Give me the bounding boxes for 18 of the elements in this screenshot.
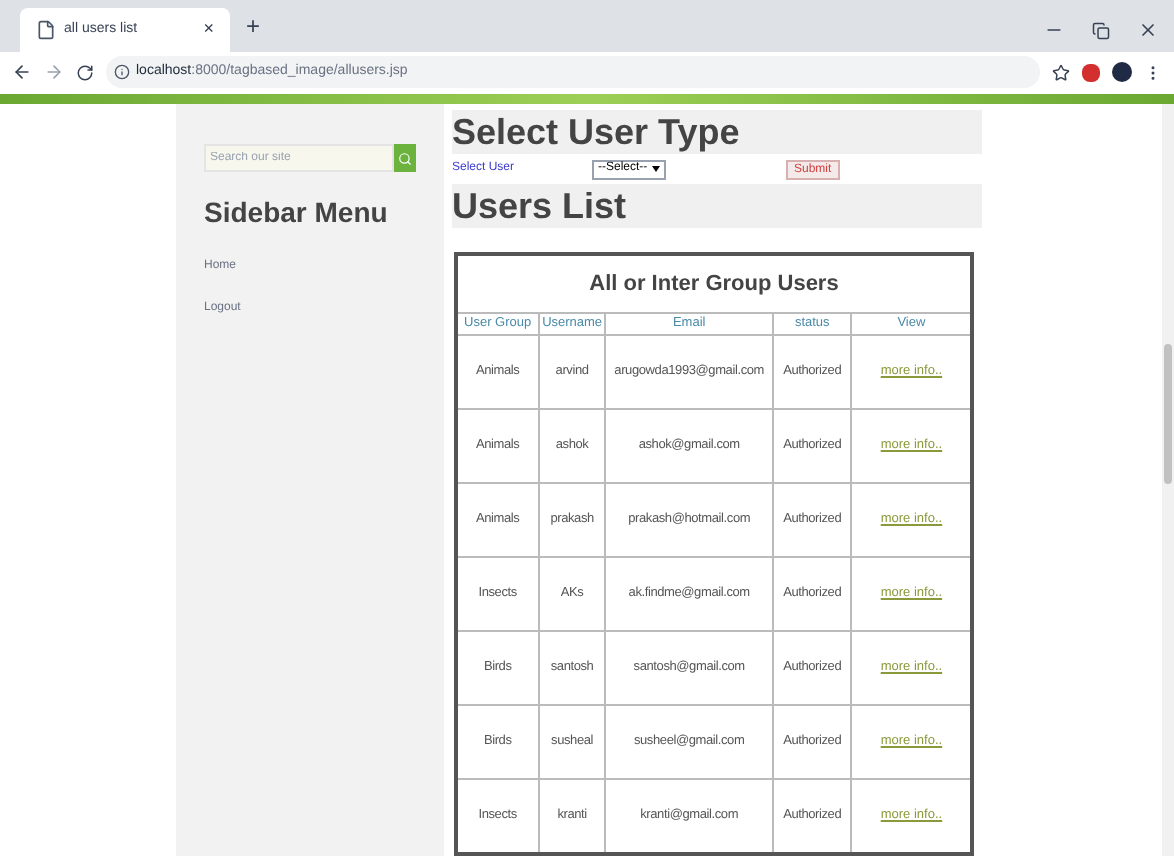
restore-icon[interactable] — [1092, 21, 1110, 39]
scrollbar-thumb[interactable] — [1164, 344, 1172, 484]
search-icon — [398, 151, 412, 165]
sidebar-title: Sidebar Menu — [204, 194, 390, 232]
profile-avatar[interactable] — [1112, 62, 1132, 82]
close-icon[interactable] — [1138, 20, 1158, 40]
back-icon[interactable] — [12, 62, 32, 82]
page-icon — [36, 20, 56, 40]
tab-close-button[interactable]: × — [203, 16, 214, 44]
caret-icon — [651, 166, 660, 172]
reload-icon[interactable] — [76, 63, 94, 81]
table-caption: All or Inter Group Users — [587, 269, 841, 300]
section-heading: Users List — [452, 184, 982, 228]
section-heading: Select User Type — [452, 110, 982, 154]
info-icon — [114, 64, 130, 80]
bookmark-star-icon[interactable] — [1052, 63, 1070, 81]
forward-icon[interactable] — [44, 62, 64, 82]
new-tab-button[interactable]: + — [246, 8, 261, 44]
